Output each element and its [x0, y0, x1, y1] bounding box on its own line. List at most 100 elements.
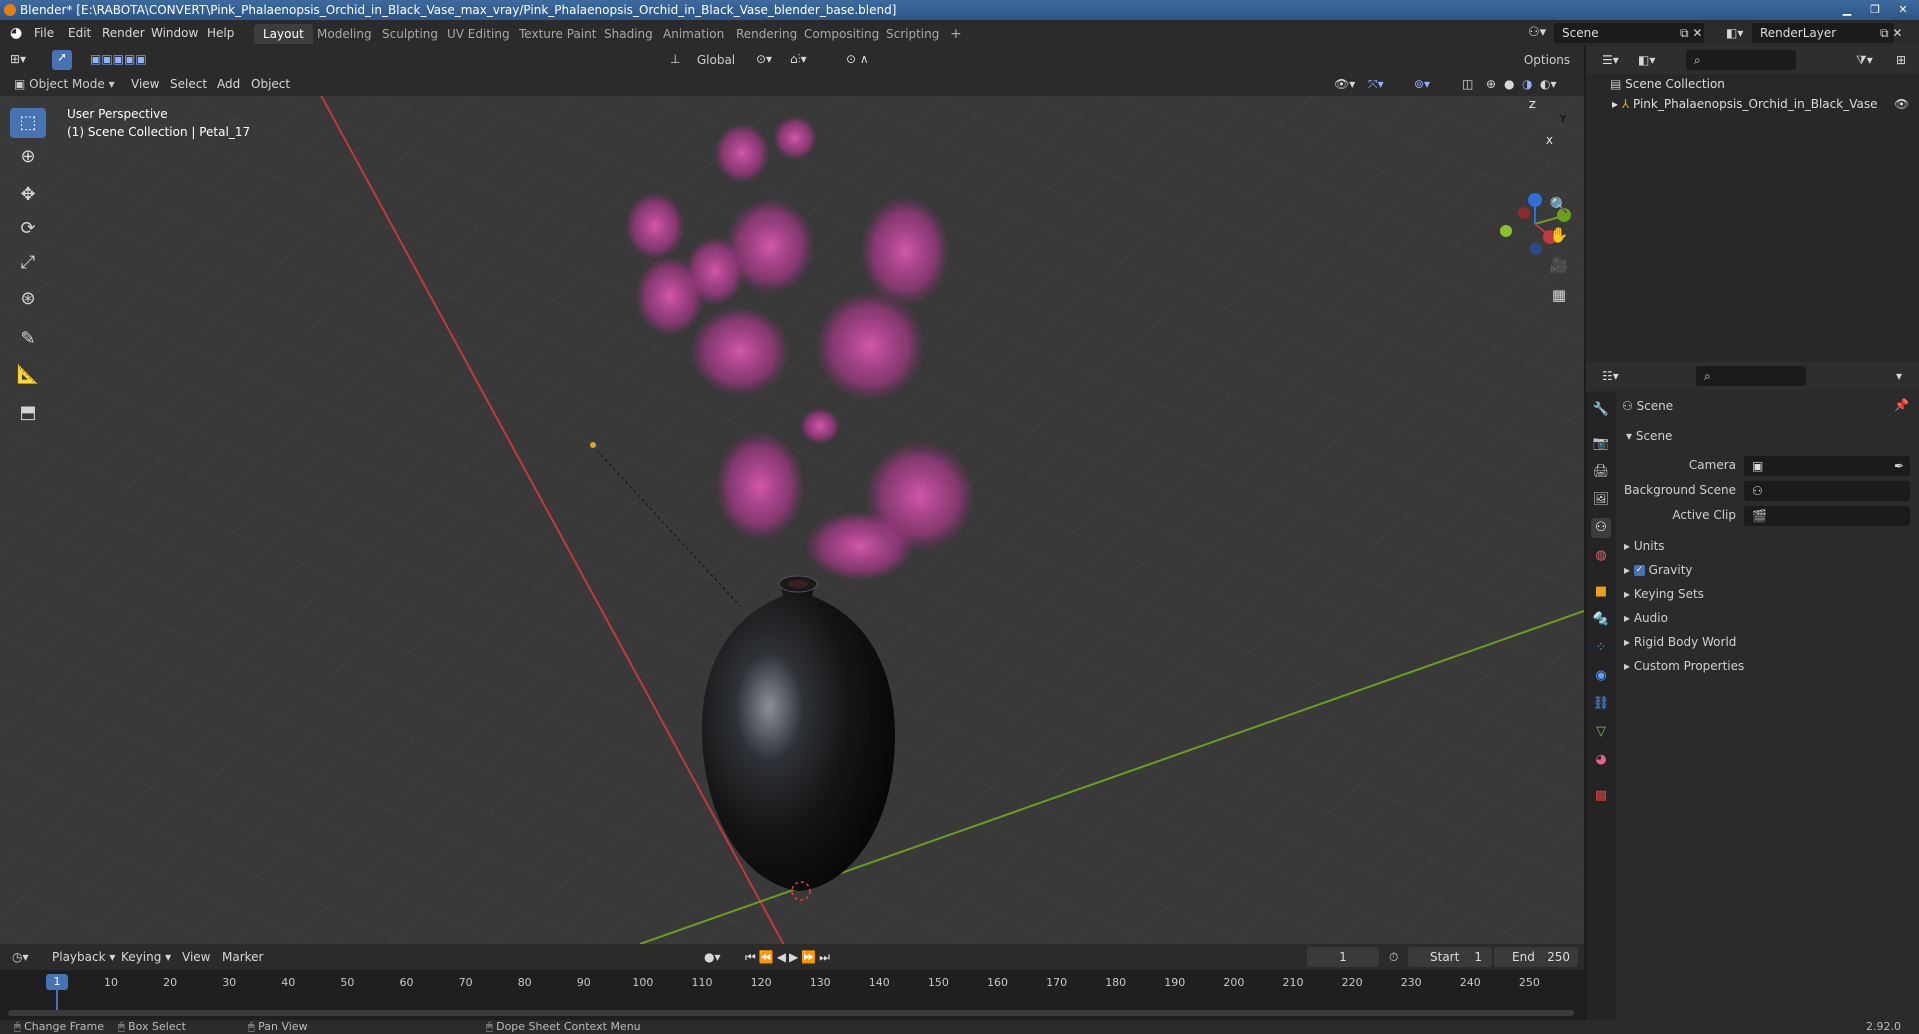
- transform-orientation-dropdown[interactable]: Global: [684, 50, 748, 70]
- blender-menu-icon[interactable]: ◕: [10, 20, 22, 46]
- timeline-scrollbar[interactable]: [8, 1010, 1574, 1016]
- eyedropper-icon[interactable]: ✒: [1894, 456, 1904, 476]
- gravity-checkbox[interactable]: ✓: [1633, 565, 1645, 576]
- background-scene-field[interactable]: ⚇: [1744, 481, 1910, 501]
- texture-tab-icon[interactable]: ▩: [1591, 786, 1611, 806]
- physics-tab-icon[interactable]: ◉: [1591, 666, 1611, 686]
- particles-tab-icon[interactable]: ⁘: [1591, 638, 1611, 658]
- zoom-icon[interactable]: 🔍: [1546, 192, 1572, 218]
- snap-icon[interactable]: ⌂⫶▾: [790, 48, 807, 70]
- outliner-search-input[interactable]: ⌕: [1686, 50, 1796, 70]
- end-frame-field[interactable]: End 250: [1494, 947, 1578, 967]
- view-layer-tab-icon[interactable]: 🖼: [1591, 490, 1611, 510]
- transform-orientation-icon[interactable]: ⊥: [670, 48, 680, 70]
- playhead-line[interactable]: [56, 990, 58, 1010]
- keying-dropdown[interactable]: Keying ▾: [121, 946, 171, 968]
- new-renderlayer-icon[interactable]: ⧉ ✕: [1880, 20, 1902, 46]
- proportional-edit-icon[interactable]: ⊙ ∧: [846, 48, 869, 70]
- menu-edit[interactable]: Edit: [68, 20, 91, 46]
- record-icon[interactable]: ●▾: [704, 946, 721, 968]
- active-clip-field[interactable]: 🎬: [1744, 506, 1910, 526]
- options-dropdown[interactable]: Options: [1516, 50, 1578, 70]
- gizmo-toggle-icon[interactable]: ⤧▾: [1368, 73, 1384, 95]
- world-tab-icon[interactable]: ◍: [1591, 546, 1611, 566]
- xray-icon[interactable]: ◫: [1462, 73, 1473, 95]
- tool-tab-icon[interactable]: 🔧: [1591, 400, 1611, 420]
- eye-visibility-icon[interactable]: 👁: [1894, 97, 1909, 111]
- menu-window[interactable]: Window: [151, 20, 198, 46]
- scene-panel-header[interactable]: ▾ Scene: [1626, 425, 1672, 447]
- renderlayer-selector-icon[interactable]: ◧▾: [1726, 20, 1743, 46]
- section-gravity[interactable]: ▸ ✓ Gravity: [1624, 559, 1693, 581]
- annotate-tool-icon[interactable]: ✎: [10, 324, 46, 354]
- tab-texture-paint[interactable]: Texture Paint: [510, 24, 605, 44]
- outliner-scene-collection[interactable]: ▤ Scene Collection: [1610, 77, 1725, 91]
- object-mode-dropdown[interactable]: ▣ Object Mode ▾: [10, 74, 118, 94]
- shading-wireframe-icon[interactable]: ⊕: [1486, 73, 1496, 95]
- output-tab-icon[interactable]: 🖨: [1591, 462, 1611, 482]
- close-icon[interactable]: ✕: [1890, 2, 1916, 18]
- pivot-point-icon[interactable]: ⊙▾: [756, 48, 772, 70]
- tab-shading[interactable]: Shading: [595, 24, 662, 44]
- outliner-item-orchid[interactable]: ▸ ⅄ Pink_Phalaenopsis_Orchid_in_Black_Va…: [1612, 97, 1912, 111]
- playhead-frame[interactable]: 1: [46, 974, 68, 990]
- shading-solid-icon[interactable]: ●: [1504, 73, 1514, 95]
- add-workspace-icon[interactable]: +: [941, 24, 971, 44]
- constraints-tab-icon[interactable]: ⛓: [1591, 694, 1611, 714]
- menu-select[interactable]: Select: [170, 73, 207, 95]
- transform-tool-icon[interactable]: ⊛: [10, 284, 46, 314]
- select-box-tool-icon[interactable]: ⬚: [10, 108, 46, 138]
- select-tool-icon[interactable]: ➚: [52, 50, 72, 70]
- display-mode-icon[interactable]: ◧▾: [1638, 49, 1655, 71]
- move-tool-icon[interactable]: ✥: [10, 180, 46, 210]
- cursor-tool-icon[interactable]: ⊕: [10, 142, 46, 172]
- scene-selector-icon[interactable]: ⚇▾: [1528, 20, 1546, 46]
- measure-tool-icon[interactable]: 📐: [10, 360, 46, 390]
- data-tab-icon[interactable]: ▽: [1591, 722, 1611, 742]
- section-keying-sets[interactable]: ▸ Keying Sets: [1624, 583, 1704, 605]
- render-tab-icon[interactable]: 📷: [1591, 434, 1611, 454]
- add-cube-tool-icon[interactable]: ⬒: [10, 398, 46, 428]
- 3d-viewport[interactable]: Z Y X User Perspective (1) Scene Collect…: [0, 96, 1584, 944]
- properties-search-input[interactable]: ⌕: [1696, 366, 1806, 386]
- ortho-toggle-icon[interactable]: ▦: [1546, 282, 1572, 308]
- pin-icon[interactable]: 📌: [1894, 398, 1909, 412]
- renderlayer-field[interactable]: RenderLayer: [1752, 23, 1894, 43]
- expand-arrow-icon[interactable]: ▸: [1612, 97, 1622, 111]
- filter-icon[interactable]: ⧩▾: [1856, 49, 1873, 71]
- overlays-icon[interactable]: ⊚▾: [1414, 73, 1430, 95]
- pan-hand-icon[interactable]: ✋: [1546, 222, 1572, 248]
- tab-compositing[interactable]: Compositing: [795, 24, 888, 44]
- menu-render[interactable]: Render: [102, 20, 145, 46]
- tab-sculpting[interactable]: Sculpting: [373, 24, 447, 44]
- start-frame-field[interactable]: Start 1: [1408, 947, 1492, 967]
- section-audio[interactable]: ▸ Audio: [1624, 607, 1668, 629]
- menu-file[interactable]: File: [34, 20, 54, 46]
- visibility-icon[interactable]: 👁▾: [1334, 73, 1355, 95]
- properties-editor-icon[interactable]: ☷▾: [1602, 365, 1619, 387]
- tab-animation[interactable]: Animation: [654, 24, 733, 44]
- menu-add[interactable]: Add: [217, 73, 240, 95]
- tab-uv-editing[interactable]: UV Editing: [438, 24, 519, 44]
- timeline-editor-icon[interactable]: ◷▾: [12, 946, 29, 968]
- new-scene-icon[interactable]: ⧉ ✕: [1680, 20, 1702, 46]
- minimize-icon[interactable]: ▁: [1834, 2, 1860, 18]
- camera-view-icon[interactable]: 🎥: [1546, 252, 1572, 278]
- preview-range-icon[interactable]: ⏱: [1389, 946, 1398, 968]
- tab-layout[interactable]: Layout: [254, 24, 313, 44]
- properties-options-icon[interactable]: ▾: [1896, 365, 1902, 387]
- timeline-view-menu[interactable]: View: [182, 946, 210, 968]
- shading-material-icon[interactable]: ◑: [1522, 73, 1532, 95]
- new-collection-icon[interactable]: ⊞: [1896, 49, 1906, 71]
- menu-view[interactable]: View: [131, 73, 159, 95]
- playback-dropdown[interactable]: Playback ▾: [52, 946, 115, 968]
- shading-rendered-icon[interactable]: ◐▾: [1540, 73, 1557, 95]
- menu-help[interactable]: Help: [207, 20, 234, 46]
- select-mode-icons[interactable]: ▣▣▣▣▣: [90, 48, 147, 70]
- playback-controls-icons[interactable]: ⏮⏪◀▶⏩⏭: [745, 946, 833, 968]
- modifier-tab-icon[interactable]: 🔩: [1591, 610, 1611, 630]
- camera-field[interactable]: ▣ ✒: [1744, 456, 1910, 476]
- section-custom-properties[interactable]: ▸ Custom Properties: [1624, 655, 1744, 677]
- section-units[interactable]: ▸ Units: [1624, 535, 1665, 557]
- tab-modeling[interactable]: Modeling: [308, 24, 381, 44]
